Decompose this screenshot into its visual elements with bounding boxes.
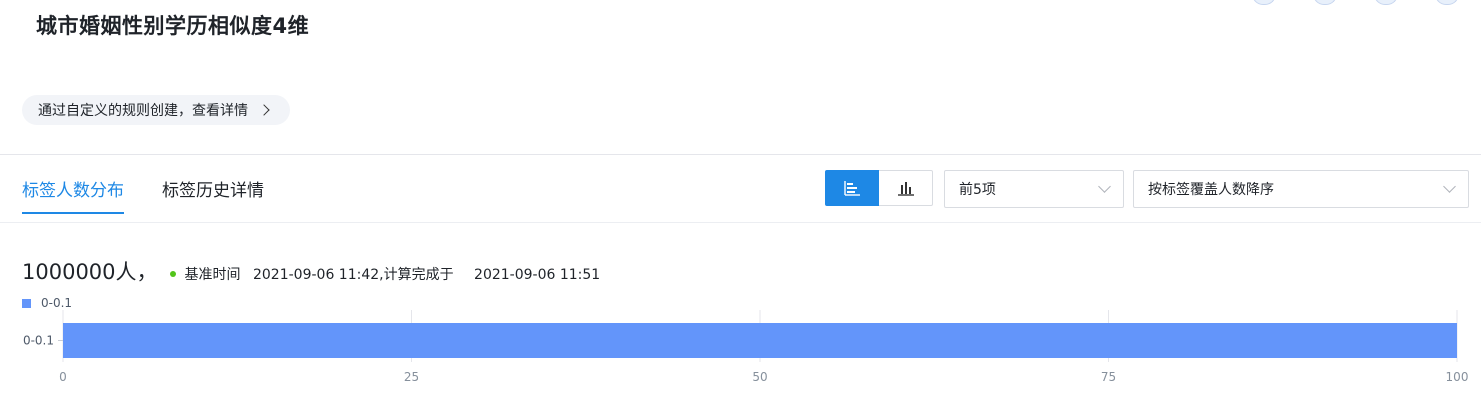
- horizontal-bar-chart-icon: [844, 181, 860, 196]
- tab-divider: [0, 222, 1481, 223]
- x-tick-label: 0: [59, 370, 67, 384]
- tab-tag-history[interactable]: 标签历史详情: [162, 176, 264, 214]
- chevron-down-icon: [1098, 180, 1111, 193]
- toolbar-action-icon[interactable]: [1435, 0, 1459, 5]
- total-count: 1000000人: [22, 260, 137, 284]
- toolbar-action-icon[interactable]: [1374, 0, 1398, 5]
- rule-detail-label: 通过自定义的规则创建，查看详情: [38, 103, 248, 119]
- sort-value: 按标签覆盖人数降序: [1148, 182, 1274, 198]
- tab-bar: 标签人数分布 标签历史详情: [22, 176, 264, 214]
- vertical-bar-chart-icon: [897, 182, 914, 196]
- legend-swatch: [22, 298, 31, 308]
- base-time-value: 2021-09-06 11:42,计算完成于: [252, 267, 454, 283]
- page-title: 城市婚姻性别学历相似度4维: [36, 14, 310, 38]
- legend-label: 0-0.1: [41, 296, 73, 310]
- rule-detail-link[interactable]: 通过自定义的规则创建，查看详情: [22, 95, 290, 125]
- top-n-select[interactable]: 前5项: [944, 170, 1124, 208]
- bar-chart: 0 25 50 75 100 0-0.1: [23, 310, 1469, 384]
- horizontal-bar-view-button[interactable]: [825, 170, 879, 206]
- status-dot-icon: [169, 271, 176, 277]
- x-tick-label: 50: [752, 370, 767, 384]
- top-toolbar: [1252, 0, 1459, 5]
- vertical-bar-view-button[interactable]: [879, 170, 933, 206]
- toolbar-action-icon[interactable]: [1313, 0, 1337, 5]
- chart-legend: 0-0.1: [22, 296, 72, 310]
- chevron-down-icon: [1443, 180, 1456, 193]
- y-category-label: 0-0.1: [23, 334, 54, 348]
- completed-time-value: 2021-09-06 11:51: [474, 267, 601, 283]
- base-time-label: 基准时间: [184, 267, 241, 283]
- sort-select[interactable]: 按标签覆盖人数降序: [1133, 170, 1469, 208]
- x-tick-label: 75: [1101, 370, 1116, 384]
- chevron-right-icon: [258, 104, 270, 116]
- tab-tag-distribution[interactable]: 标签人数分布: [22, 176, 124, 214]
- count-separator: ，: [136, 260, 158, 284]
- x-tick-label: 100: [1446, 370, 1469, 384]
- chart-view-toggle: [825, 170, 933, 206]
- bar[interactable]: [63, 323, 1457, 358]
- toolbar-action-icon[interactable]: [1252, 0, 1276, 5]
- x-tick-label: 25: [404, 370, 419, 384]
- time-meta: 基准时间 2021-09-06 11:42,计算完成于 2021-09-06 1…: [185, 264, 609, 284]
- top-n-value: 前5项: [959, 182, 996, 198]
- summary-line: 1000000人 ， 基准时间 2021-09-06 11:42,计算完成于 2…: [22, 256, 608, 286]
- section-divider: [0, 154, 1481, 155]
